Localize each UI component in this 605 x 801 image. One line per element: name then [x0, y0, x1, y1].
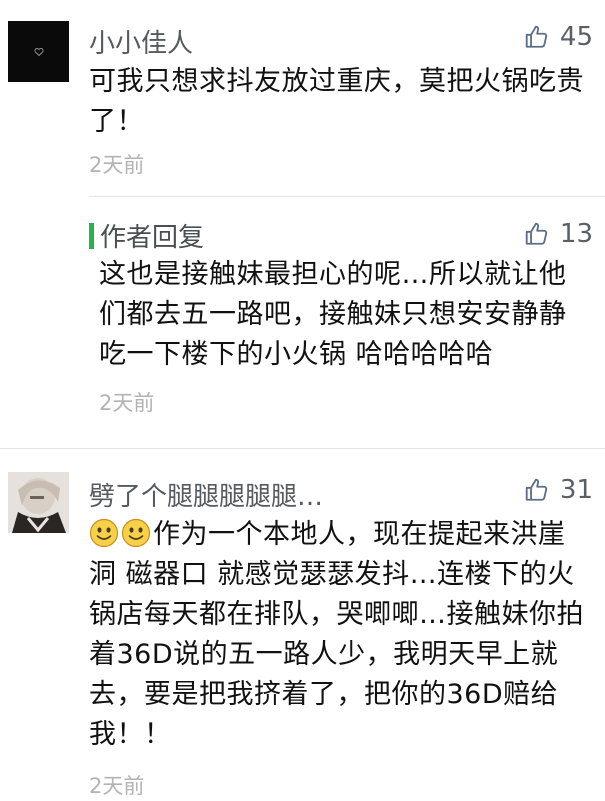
- like-button[interactable]: 45: [524, 22, 593, 52]
- comment-time: 2天前: [89, 774, 145, 798]
- avatar-photo: [8, 472, 69, 533]
- smiling-face-icon: [89, 518, 119, 548]
- thumbs-up-icon: [525, 222, 548, 245]
- thumbs-up-icon: [525, 25, 548, 48]
- like-button[interactable]: 31: [524, 475, 593, 505]
- reply-text: 这也是接触妹最担心的呢…所以就让他们都去五一路吧，接触妹只想安安静静吃一下楼下的…: [99, 259, 567, 370]
- author-reply: 作者回复 13 这也是接触妹最担心的呢…所以就让他们都去五一路吧，接触妹只想安安…: [0, 197, 605, 437]
- like-button[interactable]: 13: [524, 219, 593, 249]
- like-count: 31: [559, 475, 593, 505]
- reply-label: 作者回复: [100, 223, 205, 253]
- smiling-face-icon: [121, 518, 151, 548]
- reply-time: 2天前: [99, 391, 155, 415]
- comment-text: 可我只想求抖友放过重庆，莫把火锅吃贵了！: [89, 66, 584, 137]
- comment-username[interactable]: 劈了个腿腿腿腿腿…: [89, 476, 323, 513]
- comment-text: 作为一个本地人，现在提起来洪崖洞 磁器口 就感觉瑟瑟发抖…连楼下的火锅店每天都在…: [89, 515, 589, 755]
- like-count: 13: [559, 219, 593, 249]
- thumbs-up-icon: [525, 478, 548, 501]
- comment-username[interactable]: 小小佳人: [89, 23, 193, 60]
- like-count: 45: [559, 22, 593, 52]
- avatar[interactable]: [8, 21, 69, 82]
- comment-item: 小小佳人 45 可我只想求抖友放过重庆，莫把火锅吃贵了！ 2天前: [0, 0, 605, 190]
- avatar[interactable]: [8, 472, 69, 533]
- comment-time: 2天前: [89, 153, 145, 177]
- heart-icon: [34, 48, 44, 57]
- comment-text-body: 作为一个本地人，现在提起来洪崖洞 磁器口 就感觉瑟瑟发抖…连楼下的火锅店每天都在…: [89, 519, 584, 750]
- comment-item: 劈了个腿腿腿腿腿… 31 作为一个本地人，现在提起来洪崖洞 磁器口 就感觉瑟瑟发…: [0, 449, 605, 801]
- reply-marker: [89, 223, 94, 249]
